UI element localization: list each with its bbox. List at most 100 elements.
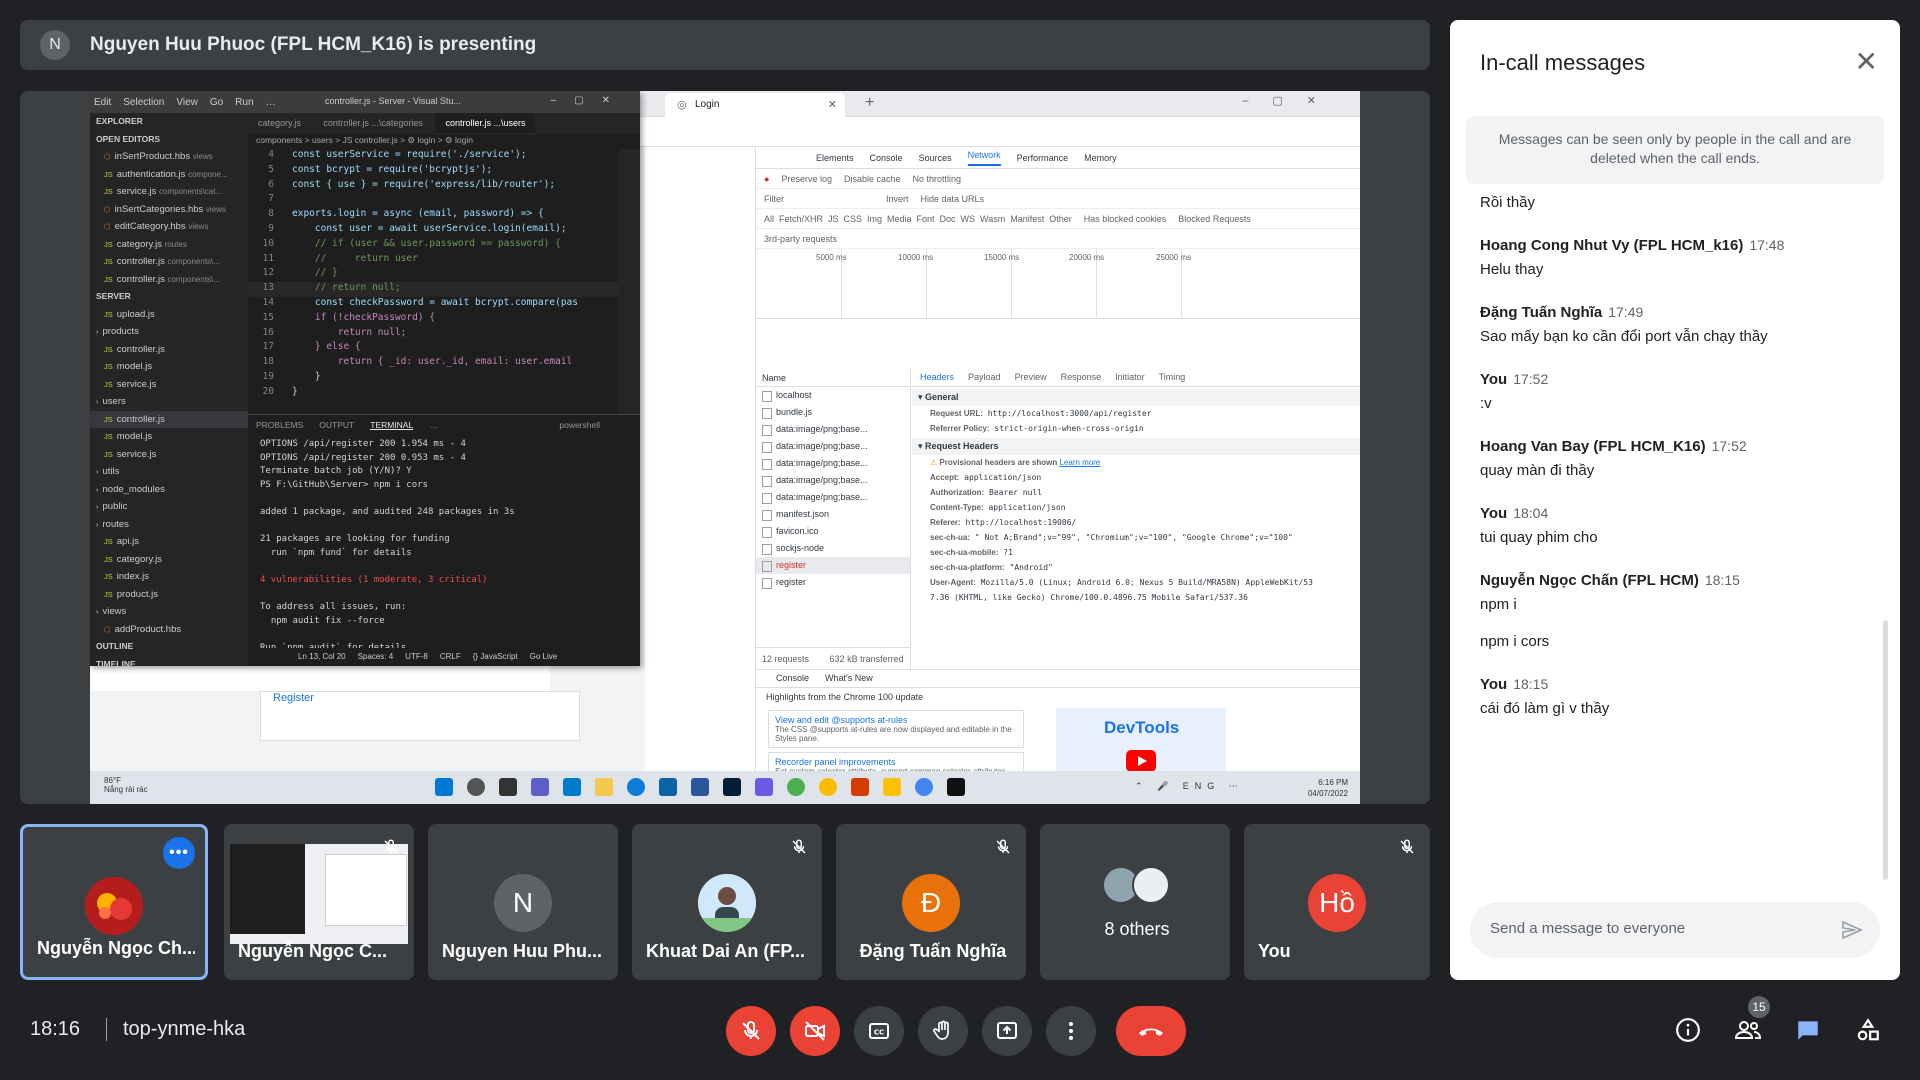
more-options-button[interactable] [1046,1006,1096,1056]
header-row: 7.36 (KHTML, like Gecko) Chrome/100.0.48… [930,593,1248,602]
chat-scrollbar[interactable] [1883,620,1888,880]
presenter-banner: N Nguyen Huu Phuoc (FPL HCM_K16) is pres… [20,20,1430,70]
folder-icon [595,778,613,796]
request-list-footer: 12 requests 632 kB transferred [756,647,910,669]
chevron-icon: › [96,467,99,476]
message-text: :v [1480,395,1492,412]
detail-tab: Headers [920,372,955,382]
mail-icon [659,778,677,796]
participant-name: Khuat Dai An (FP... [646,941,806,961]
menu-item: Selection [123,96,165,108]
message-text: Helu thay [1480,261,1544,278]
presenter-title: Nguyen Huu Phuoc (FPL HCM_K16) is presen… [90,34,537,55]
taskview-icon [499,778,517,796]
participant-name: Nguyễn Ngọc C... [238,941,388,961]
editor-tab-active: controller.js ...\users [435,113,536,133]
menu-item: Run [235,96,254,108]
chat-title: In-call messages [1480,50,1646,75]
hide-data-urls: Hide data URLs [920,193,985,204]
detail-tab: Response [1060,372,1102,382]
message-text: Sao mấy bạn ko cần đổi port vẫn chạy thầ… [1480,328,1768,345]
terminal-line: PS F:\GitHub\Server> npm i cors [260,479,428,490]
participant-tile[interactable]: Nguyễn Ngọc C... [224,824,414,980]
participant-tile-self[interactable]: Hồ You [1244,824,1430,980]
terminal-line: To address all issues, run: [260,602,407,613]
js-file-icon: JS [104,344,113,354]
meeting-details-button[interactable] [1672,1014,1704,1046]
participant-tile[interactable]: ••• Nguyễn Ngọc Ch... [20,824,208,980]
js-file-icon: JS [104,432,113,441]
request-row: data:image/png;base... [756,472,910,489]
terminal-line: run `npm fund` for details [260,547,412,558]
timeline-tick: 15000 ms [984,253,1020,262]
chat-message: Đặng Tuấn Nghĩa 17:49 Sao mấy bạn ko cần đ… [1480,304,1870,345]
photoshop-icon [723,778,741,796]
chrome-icon [819,778,837,796]
hbs-file-icon: ⬡ [104,222,111,231]
devtools-drawer: Console What's New Highlights from the C… [756,669,1360,790]
js-file-icon: JS [104,187,113,196]
explorer-item: JS category.js routes [104,238,187,250]
code-line: 18 return { _id: user._id, email: user.e… [262,356,573,368]
more-options-button[interactable]: ••• [163,837,195,869]
panel-tab-terminal: TERMINAL [370,420,414,430]
camera-toggle-button[interactable] [790,1006,840,1056]
type-filters: All Fetch/XHR JS CSS Img Media Font Doc … [764,213,1072,224]
present-button[interactable] [982,1006,1032,1056]
vscode-window-title: controller.js - Server - Visual Stu... [325,96,461,106]
close-chat-button[interactable]: ✕ [1855,48,1878,76]
people-icon [1734,1021,1762,1039]
window-controls: –▢✕ [1242,95,1340,107]
mic-toggle-button[interactable] [726,1006,776,1056]
explorer-item: JS upload.js [104,308,155,320]
js-file-icon: JS [104,239,113,249]
weather-desc: Nắng rải rác [104,785,148,794]
terminal-icon [947,778,965,796]
captions-button[interactable]: CC [854,1006,904,1056]
request-headers-section: ▾ Request Headers [912,438,1360,455]
explorer-item: ⬡ inSertCategories.hbs views [104,203,226,215]
participant-name: Nguyen Huu Phu... [442,941,602,961]
raise-hand-button[interactable] [918,1006,968,1056]
header-row: Accept: application/json [930,473,1042,482]
editor-tab: category.js [258,118,301,128]
js-file-icon: JS [104,309,113,319]
code-line: 16 return null; [262,326,407,338]
presentation-stage: ◎ Login ✕ + –▢✕ Register Elements Console… [20,91,1430,804]
send-icon[interactable] [1840,918,1864,942]
chat-message: Nguyễn Ngọc Chấn (FPL HCM) 18:15 npm i npm … [1480,572,1870,650]
header-row: sec-ch-ua-platform: "Android" [930,563,1053,572]
message-sender: You 17:52 [1480,371,1549,388]
explorer-item: JS controller.js components\... [104,273,220,285]
participant-tile[interactable]: Khuat Dai An (FP... [632,824,822,980]
message-list: Rồi thầy Hoang Cong Nhut Vy (FPL HCM_k16… [1480,186,1870,896]
chat-input[interactable] [1490,920,1820,937]
menu-item: … [265,96,276,108]
devtools-logo: DevTools [1056,708,1226,774]
participant-tile[interactable]: Đ Đặng Tuấn Nghĩa [836,824,1026,980]
chat-message: Hoang Cong Nhut Vy (FPL HCM_k16) 17:48 Hel… [1480,237,1870,278]
participant-tile-others[interactable]: 8 others [1040,824,1230,980]
people-button[interactable] [1732,1014,1764,1046]
code-line: 13 // return null; [248,282,618,297]
chat-button[interactable] [1792,1014,1824,1046]
request-row: data:image/png;base... [756,455,910,472]
code-line: 5 const bcrypt = require('bcryptjs'); [268,163,493,175]
request-list: Name localhost bundle.js data:image/png;ba… [756,369,911,669]
hbs-file-icon: ⬡ [104,152,111,161]
participant-tile[interactable]: N Nguyen Huu Phu... [428,824,618,980]
code-line: 15 if (!checkPassword) { [262,311,435,323]
vscode-window: Edit Selection View Go Run … controller.js - … [90,91,640,666]
meeting-code: top-ynme-hka [106,1018,245,1041]
leave-call-button[interactable] [1116,1006,1186,1056]
code-line: 10 // if (user && user.password == passw… [262,237,561,249]
code-line: 14 const checkPassword = await bcrypt.co… [262,296,578,308]
filter-row: Filter Invert Hide data URLs [756,189,1360,209]
js-file-icon: JS [104,257,113,266]
explorer-item: › node_modules [96,483,165,495]
activities-button[interactable] [1852,1014,1884,1046]
